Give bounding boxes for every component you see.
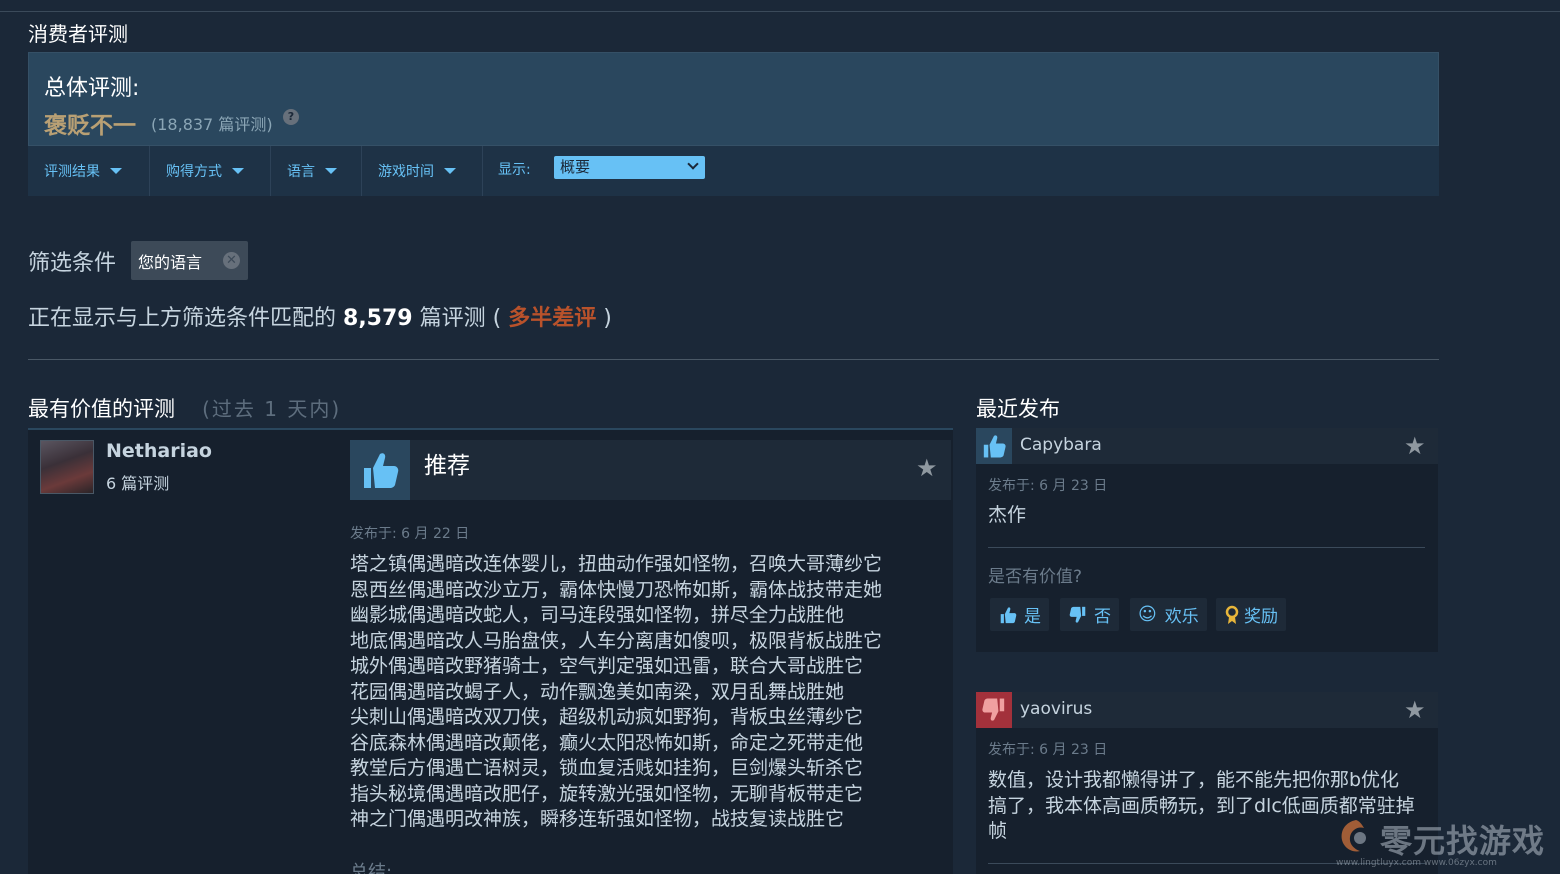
reviewer-name[interactable]: Nethariao [106,440,212,462]
recommendation-label: 推荐 [424,453,470,479]
vote-no-button[interactable]: 否 [1060,598,1119,631]
review-line: 城外偶遇暗改野猪骑士，空气判定强如迅雷，联合大哥战胜它 [350,655,864,677]
star-icon[interactable]: ★ [1404,696,1426,724]
thumbs-up-icon [350,440,410,500]
review-line: 数值，设计我都懒得讲了，能不能先把你那b优化 [988,769,1400,791]
recent-review-card: Capybara ★ 发布于: 6 月 23 日 杰作 是否有价值? 是 否 ☺… [976,428,1438,652]
display-select[interactable]: 概要 [554,156,705,179]
watermark-logo-icon [1341,820,1366,852]
caret-down-icon [110,168,122,174]
review-line: 恩西丝偶遇暗改沙立万，霸体快慢刀恐怖如斯，霸体战技带走她 [350,578,883,601]
review-line: 花园偶遇暗改蝎子人，动作飘逸美如南梁，双月乱舞战胜她 [350,680,845,703]
watermark-url: www.lingtluyx.com www.06zyx.com [1336,858,1497,868]
review-line: 谷底森林偶遇暗改颠佬，癫火太阳恐怖如斯，命定之死带走他 [350,731,864,754]
match-prefix: 正在显示与上方筛选条件匹配的 [28,306,337,331]
match-suffix: 篇评测 ( [419,306,502,331]
thumbs-up-icon [1000,606,1017,623]
watermark-text: 零元找游戏 [1380,822,1546,860]
review-body: 塔之镇偶遇暗改连体婴儿，扭曲动作强如怪物，召唤大哥薄纱它 恩西丝偶遇暗改沙立万，… [350,552,910,833]
helpful-review-card: Nethariao 6 篇评测 推荐 ★ 发布于: 6 月 22 日 塔之镇偶遇… [28,428,953,874]
award-button[interactable]: 奖励 [1216,598,1286,631]
review-header[interactable]: yaovirus ★ [976,692,1438,728]
thumbs-down-icon [1069,606,1086,623]
review-header[interactable]: 推荐 ★ [350,440,951,500]
award-label: 奖励 [1244,607,1278,627]
thumbs-up-icon [976,428,1012,464]
filter-purchase-type[interactable]: 购得方式 [150,146,271,196]
posted-date: 发布于: 6 月 22 日 [350,526,470,542]
review-header[interactable]: Capybara ★ [976,428,1438,464]
posted-date: 发布于: 6 月 23 日 [988,742,1108,758]
filter-label: 语言 [287,164,315,180]
overall-label: 总体评测: [44,76,140,101]
filter-label: 游戏时间 [378,164,434,180]
review-line: 指头秘境偶遇暗改肥仔，旋转激光强如怪物，无聊背板带走它 [350,782,864,805]
award-icon [1225,605,1239,624]
filter-label: 评测结果 [44,164,100,180]
display-value: 概要 [560,158,591,176]
caret-down-icon [325,168,337,174]
match-verdict: 多半差评 [508,306,597,331]
match-count: 8,579 [343,306,413,331]
vote-funny-button[interactable]: ☺ 欢乐 [1130,598,1207,631]
overall-verdict: 褒贬不一 [44,113,136,139]
vote-yes-button[interactable]: 是 [990,598,1049,631]
star-icon[interactable]: ★ [1404,432,1426,460]
avatar[interactable] [40,440,94,494]
review-line: 地底偶遇暗改人马胎盘侠，人车分离唐如傻呗，极限背板战胜它 [350,629,883,652]
vote-yes-label: 是 [1024,607,1041,627]
display-label: 显示: [498,162,531,178]
reviewer-name[interactable]: yaovirus [1020,699,1092,719]
review-body: 杰作 [988,504,1027,526]
help-icon[interactable]: ? [283,109,299,125]
review-summary-panel: 总体评测: 褒贬不一 (18,837 篇评测) ? [28,52,1439,146]
active-filters-label: 筛选条件 [28,251,117,276]
match-summary: 正在显示与上方筛选条件匹配的 8,579 篇评测 ( 多半差评 ) [28,300,612,332]
helpful-subtitle: (过去 1 天内) [202,397,342,421]
recent-reviews-title: 最近发布 [976,397,1060,421]
review-line: 塔之镇偶遇暗改连体婴儿，扭曲动作强如怪物，召唤大哥薄纱它 [350,553,883,575]
filter-language[interactable]: 语言 [271,146,362,196]
reviewer-review-count[interactable]: 6 篇评测 [106,470,169,494]
watermark: 零元找游戏 www.lingtluyx.com www.06zyx.com [1336,812,1556,872]
match-close: ) [603,306,612,331]
vote-no-label: 否 [1094,607,1111,627]
helpful-prompt: 是否有价值? [988,567,1083,587]
filter-chip-label: 您的语言 [138,252,203,272]
chevron-down-icon [687,158,699,170]
vote-funny-label: 欢乐 [1164,607,1199,627]
filter-label: 购得方式 [166,164,222,180]
helpful-reviews-heading: 最有价值的评测 (过去 1 天内) [28,393,341,423]
reviewer-name[interactable]: Capybara [1020,435,1102,455]
smiley-icon: ☺ [1138,604,1157,625]
filter-playtime[interactable]: 游戏时间 [362,146,483,196]
caret-down-icon [444,168,456,174]
overall-count: (18,837 篇评测) [151,115,273,134]
review-line: 教堂后方偶遇亡语树灵，锁血复活贱如挂狗，巨剑爆头斩杀它 [350,757,864,779]
top-divider [0,11,1560,12]
posted-date: 发布于: 6 月 23 日 [988,478,1108,494]
helpful-title: 最有价值的评测 [28,397,175,421]
review-line: 尖刺山偶遇暗改双刀侠，超级机动疯如野狗，背板虫丝薄纱它 [350,706,864,728]
filter-bar: 评测结果 购得方式 语言 游戏时间 显示: 概要 [28,146,1439,196]
review-summary-label: 总结: [350,862,393,874]
section-divider [28,359,1439,360]
card-divider [988,547,1425,548]
star-icon[interactable]: ★ [916,454,938,482]
caret-down-icon [232,168,244,174]
thumbs-down-icon [976,692,1012,728]
review-line: 神之门偶遇明改神族，瞬移连斩强如怪物，战技复读战胜它 [350,808,845,830]
section-title: 消费者评测 [28,22,128,46]
close-icon[interactable]: ✕ [223,252,240,269]
filter-chip-language[interactable]: 您的语言 ✕ [131,241,248,280]
filter-review-type[interactable]: 评测结果 [28,146,150,196]
review-line: 幽影城偶遇暗改蛇人，司马连段强如怪物，拼尽全力战胜他 [350,604,845,626]
